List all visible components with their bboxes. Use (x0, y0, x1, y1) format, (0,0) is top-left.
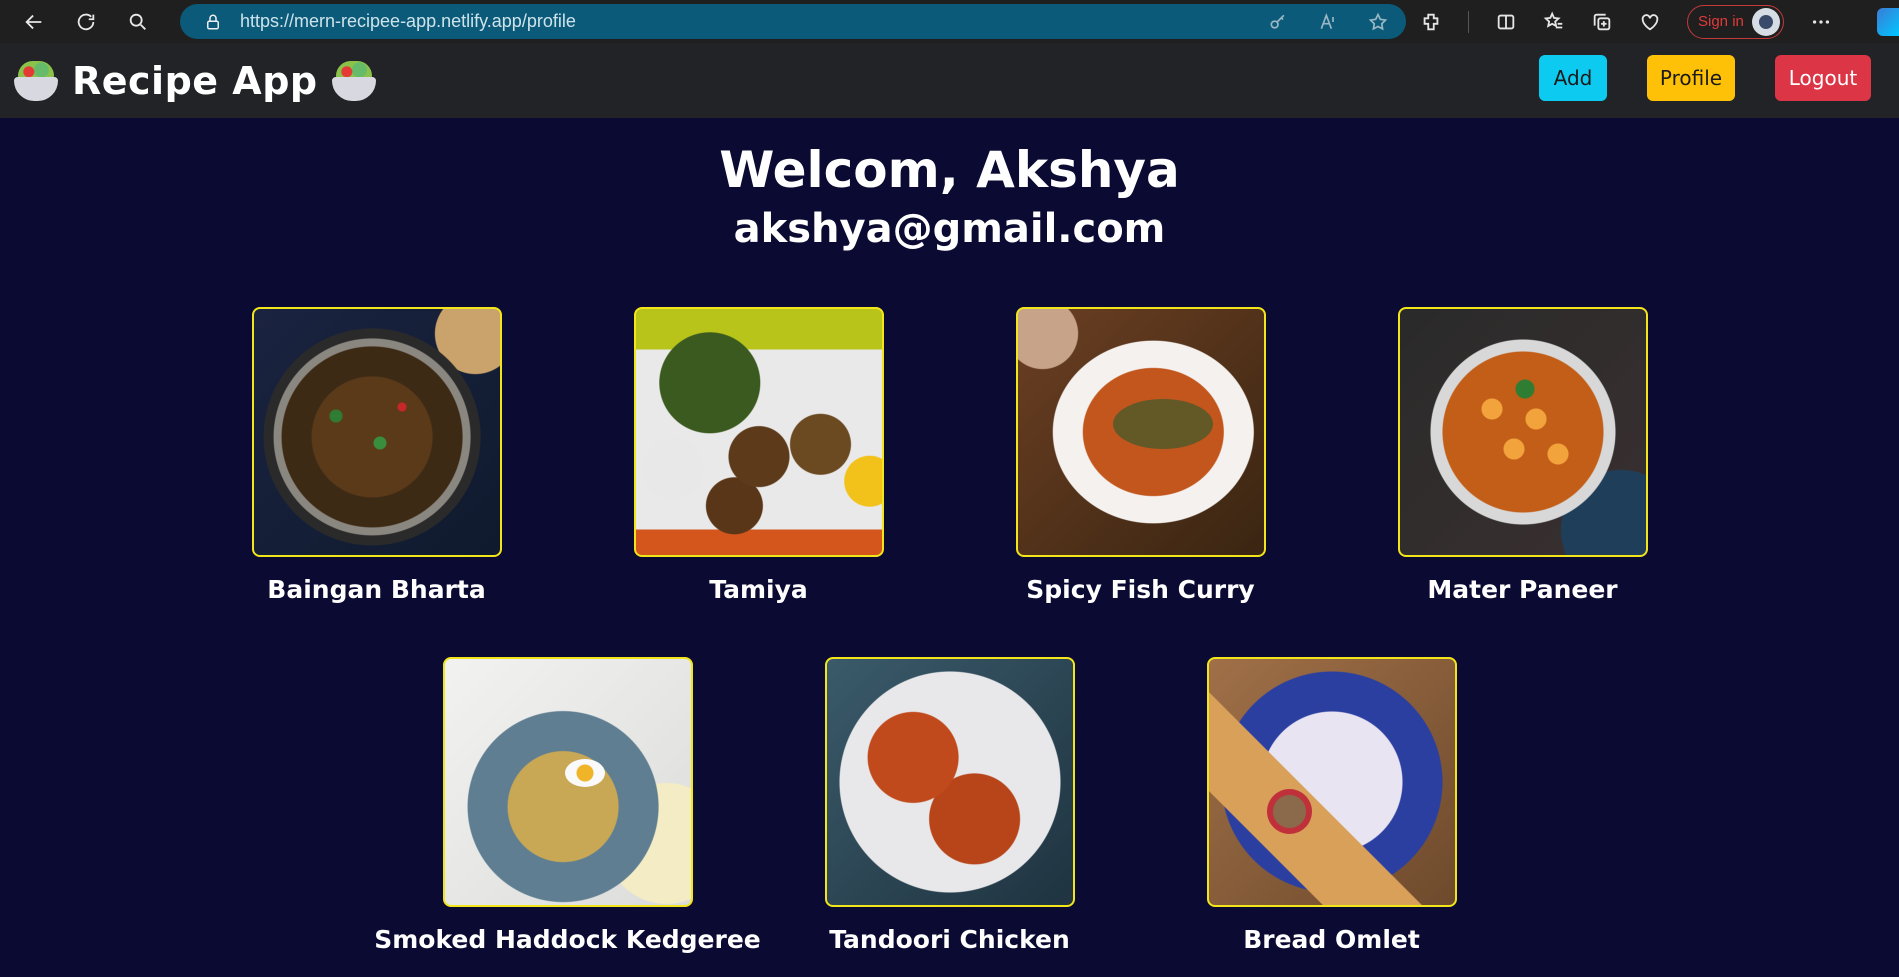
recipe-card[interactable]: Spicy Fish Curry (1015, 307, 1266, 604)
recipe-title: Smoked Haddock Kedgeree (374, 925, 761, 954)
split-screen-icon[interactable] (1495, 11, 1517, 33)
copilot-icon[interactable] (1877, 8, 1899, 36)
recipe-card[interactable]: Mater Paneer (1397, 307, 1648, 604)
recipe-image[interactable] (1206, 657, 1457, 907)
key-icon[interactable] (1268, 12, 1288, 32)
recipe-title: Tandoori Chicken (829, 925, 1070, 954)
back-icon[interactable] (16, 4, 52, 40)
recipe-image[interactable] (1015, 307, 1266, 557)
brand-title: Recipe App (72, 58, 318, 103)
logout-button[interactable]: Logout (1775, 55, 1871, 101)
recipe-title: Baingan Bharta (267, 575, 486, 604)
recipe-card[interactable]: Tamiya (633, 307, 884, 604)
reload-icon[interactable] (68, 4, 104, 40)
app-navbar: Recipe App Add Profile Logout (0, 43, 1899, 118)
recipe-card[interactable]: Smoked Haddock Kedgeree (374, 657, 761, 954)
search-icon[interactable] (120, 4, 156, 40)
extensions-icon[interactable] (1420, 11, 1442, 33)
browser-essentials-icon[interactable] (1639, 11, 1661, 33)
recipe-image[interactable] (251, 307, 502, 557)
user-email: akshya@gmail.com (733, 206, 1166, 252)
add-button[interactable]: Add (1539, 55, 1607, 101)
recipe-image[interactable] (633, 307, 884, 557)
more-options-icon[interactable] (1810, 11, 1832, 33)
avatar (1751, 7, 1780, 36)
recipe-image[interactable] (1397, 307, 1648, 557)
recipe-title: Spicy Fish Curry (1026, 575, 1255, 604)
sign-in-label: Sign in (1698, 13, 1744, 30)
welcome-heading: Welcom, Akshya (719, 141, 1180, 199)
url-text: https://mern-recipee-app.netlify.app/pro… (240, 11, 576, 31)
recipe-card[interactable]: Baingan Bharta (251, 307, 502, 604)
browser-toolbar: https://mern-recipee-app.netlify.app/pro… (0, 0, 1899, 43)
recipe-image[interactable] (442, 657, 693, 907)
recipe-image[interactable] (824, 657, 1075, 907)
read-aloud-icon[interactable] (1318, 12, 1338, 32)
sign-in-button[interactable]: Sign in (1687, 4, 1784, 39)
collections-icon[interactable] (1591, 11, 1613, 33)
address-bar[interactable]: https://mern-recipee-app.netlify.app/pro… (180, 4, 1406, 39)
recipe-grid-row: Baingan Bharta Tamiya Spicy Fish Curry M… (0, 307, 1899, 604)
profile-button[interactable]: Profile (1647, 55, 1735, 101)
favorite-star-icon[interactable] (1368, 12, 1388, 32)
recipe-title: Bread Omlet (1243, 925, 1420, 954)
recipe-card[interactable]: Tandoori Chicken (824, 657, 1075, 954)
toolbar-divider (1468, 10, 1469, 33)
recipe-title: Mater Paneer (1427, 575, 1618, 604)
salad-bowl-icon (331, 60, 376, 101)
recipe-title: Tamiya (709, 575, 808, 604)
brand[interactable]: Recipe App (14, 59, 376, 103)
lock-icon (207, 14, 219, 29)
recipe-card[interactable]: Bread Omlet (1206, 657, 1457, 954)
salad-bowl-icon (14, 60, 58, 101)
recipe-grid-row: Smoked Haddock Kedgeree Tandoori Chicken… (0, 657, 1899, 954)
favorites-icon[interactable] (1543, 10, 1565, 33)
